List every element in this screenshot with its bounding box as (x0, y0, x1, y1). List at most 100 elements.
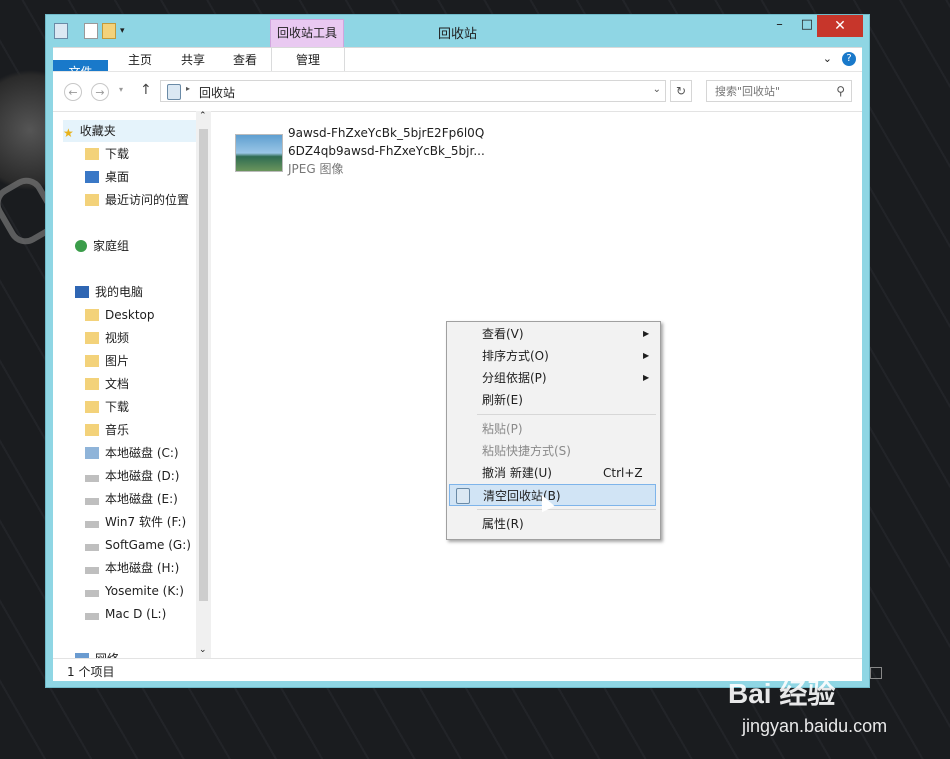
menu-item-group[interactable]: 分组依据(P) ▶ (449, 367, 656, 389)
chevron-right-icon[interactable]: ▸ (186, 84, 190, 93)
submenu-arrow-icon: ▶ (643, 373, 650, 382)
sidebar-item-desktop[interactable]: 桌面 (85, 166, 129, 188)
file-name: 9awsd-FhZxeYcBk_5bjrE2Fp6l0Q 6DZ4qb9awsd… (288, 124, 485, 160)
sidebar-item-favorites[interactable]: ★ 收藏夹 (63, 120, 203, 142)
sidebar-item-drive-l[interactable]: Mac D (L:) (85, 603, 166, 625)
menu-item-properties[interactable]: 属性(R) (449, 513, 656, 535)
menu-item-undo-new[interactable]: 撤消 新建(U) Ctrl+Z (449, 462, 656, 484)
sidebar-item-label: 本地磁盘 (H:) (105, 561, 180, 575)
window-controls: – □ (776, 17, 813, 32)
ribbon: 文件 主页 共享 查看 管理 ⌄ ? (53, 47, 862, 84)
file-type: JPEG 图像 (288, 162, 344, 176)
drive-icon (85, 544, 99, 551)
scroll-down-icon[interactable]: ⌄ (199, 645, 207, 655)
video-folder-icon (85, 332, 99, 344)
pictures-folder-icon (85, 355, 99, 367)
title-bar[interactable]: ▾ 回收站工具 回收站 – □ ✕ (46, 15, 869, 47)
recycle-bin-icon (167, 84, 181, 100)
sidebar-item-music[interactable]: 音乐 (85, 419, 129, 441)
baidu-watermark-url: jingyan.baidu.com (742, 716, 888, 736)
sidebar-item-label: Mac D (L:) (105, 607, 167, 621)
window-title: 回收站 (437, 27, 477, 42)
menu-item-view[interactable]: 查看(V) ▶ (449, 323, 656, 345)
sidebar-item-drive-f[interactable]: Win7 软件 (F:) (85, 511, 186, 533)
sidebar-item-downloads-pc[interactable]: 下载 (85, 396, 129, 418)
tab-home[interactable]: 主页 (120, 48, 160, 72)
sidebar-item-drive-h[interactable]: 本地磁盘 (H:) (85, 557, 179, 579)
sidebar-item-drive-c[interactable]: 本地磁盘 (C:) (85, 442, 179, 464)
documents-folder-icon (85, 378, 99, 390)
sidebar-item-label: 我的电脑 (95, 285, 144, 299)
menu-separator (477, 509, 656, 510)
tab-view[interactable]: 查看 (225, 48, 265, 72)
sidebar-item-label: 音乐 (105, 423, 130, 437)
search-icon[interactable]: ⚲ (836, 84, 845, 98)
minimize-button[interactable]: – (776, 17, 783, 32)
expand-ribbon-icon[interactable]: ⌄ (823, 52, 832, 66)
help-icon[interactable]: ? (842, 52, 856, 66)
menu-item-refresh[interactable]: 刷新(E) (449, 389, 656, 411)
menu-item-paste-shortcut[interactable]: 粘贴快捷方式(S) (449, 440, 656, 462)
file-name-line-1: 9awsd-FhZxeYcBk_5bjrE2Fp6l0Q (288, 126, 485, 140)
refresh-button[interactable]: ↻ (670, 80, 692, 102)
menu-item-label: 撤消 新建(U) (482, 466, 552, 480)
close-button[interactable]: ✕ (817, 15, 863, 37)
sidebar-item-label: 下载 (105, 400, 130, 414)
tab-share[interactable]: 共享 (173, 48, 213, 72)
sidebar-item-label: 文档 (105, 377, 130, 391)
scroll-up-icon[interactable]: ⌃ (199, 111, 207, 121)
forward-button[interactable]: → (91, 83, 109, 101)
menu-item-label: 分组依据(P) (482, 371, 547, 385)
address-bar-row: ← → ▾ ↑ ▸ 回收站 ⌄ ↻ ⚲ (53, 71, 862, 112)
sidebar-item-label: 本地磁盘 (D:) (105, 469, 180, 483)
sidebar-item-label: 桌面 (105, 170, 130, 184)
sidebar-item-label: Win7 软件 (F:) (105, 515, 187, 529)
sidebar-item-desktop-folder[interactable]: Desktop (85, 304, 155, 326)
sidebar-item-label: 视频 (105, 331, 130, 345)
address-path: 回收站 (199, 86, 236, 100)
file-name-line-2: 6DZ4qb9awsd-FhZxeYcBk_5bjr... (288, 144, 485, 158)
music-folder-icon (85, 424, 99, 436)
sidebar-item-recent[interactable]: 最近访问的位置 (85, 189, 189, 211)
folder-icon (85, 309, 99, 321)
homegroup-icon (75, 240, 87, 252)
sidebar-item-drive-e[interactable]: 本地磁盘 (E:) (85, 488, 178, 510)
sidebar-item-downloads[interactable]: 下载 (85, 143, 129, 165)
drive-icon (85, 498, 99, 505)
sidebar-item-videos[interactable]: 视频 (85, 327, 129, 349)
star-icon: ★ (63, 126, 74, 140)
navigation-scrollbar[interactable]: ⌃ ⌄ (196, 111, 211, 658)
tab-manage[interactable]: 管理 (271, 48, 345, 72)
sidebar-item-drive-g[interactable]: SoftGame (G:) (85, 534, 191, 556)
recent-locations-icon[interactable]: ▾ (119, 85, 123, 94)
maximize-button[interactable]: □ (801, 17, 813, 32)
menu-item-label: 属性(R) (482, 517, 524, 531)
search-box[interactable]: ⚲ (706, 80, 852, 102)
computer-icon (75, 286, 89, 298)
folder-icon (85, 148, 99, 160)
menu-item-shortcut: Ctrl+Z (603, 466, 643, 480)
search-input[interactable] (713, 84, 827, 99)
sidebar-item-label: 收藏夹 (79, 124, 116, 138)
sidebar-item-drive-d[interactable]: 本地磁盘 (D:) (85, 465, 179, 487)
system-drive-icon (85, 447, 99, 459)
drive-icon (85, 613, 99, 620)
up-arrow-icon[interactable]: ↑ (140, 82, 152, 98)
ribbon-controls: ⌄ ? (823, 52, 856, 66)
sidebar-item-drive-k[interactable]: Yosemite (K:) (85, 580, 184, 602)
sidebar-item-label: 本地磁盘 (C:) (105, 446, 179, 460)
scrollbar-thumb[interactable] (199, 129, 208, 601)
submenu-arrow-icon: ▶ (643, 329, 650, 338)
sidebar-item-this-pc[interactable]: 我的电脑 (75, 281, 143, 303)
address-field[interactable]: ▸ 回收站 ⌄ (160, 80, 666, 102)
menu-item-label: 粘贴快捷方式(S) (482, 444, 571, 458)
sidebar-item-homegroup[interactable]: 家庭组 (75, 235, 129, 257)
sidebar-item-pictures[interactable]: 图片 (85, 350, 129, 372)
sidebar-item-documents[interactable]: 文档 (85, 373, 129, 395)
menu-item-paste[interactable]: 粘贴(P) (449, 418, 656, 440)
large-icons-view-icon[interactable] (870, 667, 882, 679)
menu-item-sort[interactable]: 排序方式(O) ▶ (449, 345, 656, 367)
chevron-down-icon[interactable]: ⌄ (653, 84, 661, 95)
back-button[interactable]: ← (64, 83, 82, 101)
sidebar-item-label: 本地磁盘 (E:) (105, 492, 178, 506)
